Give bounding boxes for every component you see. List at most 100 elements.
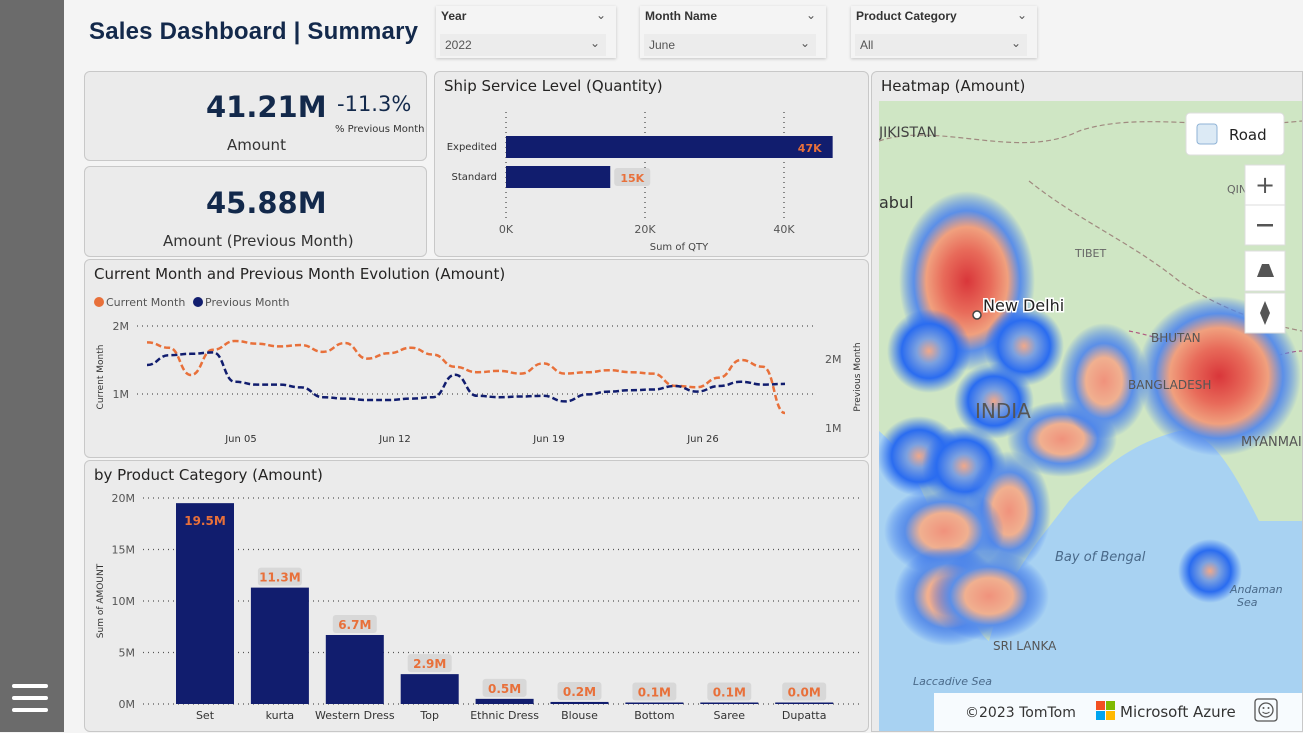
legend-dot-current [94, 297, 104, 307]
year-dropdown[interactable]: 2022 ⌄ [440, 34, 606, 56]
change-value: -11.3% [337, 92, 412, 116]
map-label: SRI LANKA [993, 639, 1057, 653]
x-axis-label: Sum of QTY [650, 242, 709, 253]
heatmap-map[interactable]: JIKISTAN abul TIBET New Delhi BHUTAN BAN… [879, 101, 1302, 731]
data-label: 6.7M [338, 618, 371, 632]
category-dropdown[interactable]: All ⌄ [855, 34, 1027, 56]
map-label: Laccadive Sea [913, 675, 992, 688]
road-map-icon [1196, 123, 1218, 145]
evolution-card: Current Month and Previous Month Evoluti… [84, 259, 869, 458]
chevron-down-icon[interactable]: ⌄ [800, 36, 810, 50]
amount-value: 41.21M [206, 90, 327, 124]
menu-icon[interactable] [12, 684, 48, 712]
category-label: kurta [266, 709, 295, 722]
compass-button[interactable] [1244, 292, 1286, 334]
prev-amount-value: 45.88M [206, 186, 327, 220]
category-slicer-label: Product Category [856, 9, 957, 23]
category-label: Ethnic Dress [470, 709, 539, 722]
category-label: Set [196, 709, 215, 722]
series-line-current [146, 339, 786, 415]
data-label: 11.3M [259, 571, 301, 585]
map-brand: Microsoft Azure [1120, 703, 1236, 721]
category-label: Standard [452, 172, 498, 183]
change-label: % Previous Month [335, 124, 425, 135]
bar [506, 136, 833, 158]
road-label: Road [1229, 126, 1267, 144]
map-label: MYANMAI [1241, 435, 1302, 450]
prev-amount-label: Amount (Previous Month) [163, 232, 354, 250]
left-sidebar [0, 0, 64, 732]
year-slicer[interactable]: Year ⌄ 2022 ⌄ [436, 6, 616, 58]
month-slicer[interactable]: Month Name ⌄ June ⌄ [640, 6, 826, 58]
chevron-down-icon[interactable]: ⌄ [1017, 8, 1027, 22]
chevron-down-icon[interactable]: ⌄ [806, 8, 816, 22]
heatmap-card: Heatmap (Amount) JIKISTAN abul TIBET New… [871, 71, 1303, 732]
map-label: Bay of Bengal [1055, 550, 1146, 565]
map-label: New Delhi [983, 296, 1064, 315]
heat-spot [929, 551, 1049, 641]
x-tick-label: Jun 05 [224, 434, 257, 445]
year-value: 2022 [445, 38, 472, 52]
road-style-button[interactable]: Road [1185, 112, 1285, 156]
zoom-in-button[interactable]: + [1244, 164, 1286, 206]
pitch-button[interactable] [1244, 250, 1286, 292]
chevron-down-icon[interactable]: ⌄ [1011, 36, 1021, 50]
x-tick-label: 40K [773, 223, 795, 236]
map-label: Sea [1237, 596, 1258, 609]
heatmap-title: Heatmap (Amount) [881, 77, 1026, 95]
y-tick-label: 15M [112, 544, 136, 557]
data-label: 19.5M [184, 514, 226, 528]
category-label: Top [419, 709, 439, 722]
bar [250, 587, 309, 704]
category-value: All [860, 38, 874, 52]
category-slicer[interactable]: Product Category ⌄ All ⌄ [851, 6, 1037, 58]
x-tick-label: Jun 12 [378, 434, 411, 445]
page-title: Sales Dashboard | Summary [89, 18, 419, 45]
category-label: Blouse [561, 709, 598, 722]
bar [176, 503, 234, 704]
map-label: TIBET [1074, 247, 1106, 260]
bar [400, 674, 459, 704]
data-label: 0.0M [788, 686, 821, 700]
year-slicer-label: Year [441, 9, 467, 23]
bar [625, 702, 684, 704]
city-marker [972, 310, 982, 320]
chevron-down-icon[interactable]: ⌄ [590, 36, 600, 50]
chevron-down-icon[interactable]: ⌄ [596, 8, 606, 22]
y-tick-label: 20M [112, 492, 136, 505]
x-tick-label: 20K [634, 223, 656, 236]
month-dropdown[interactable]: June ⌄ [644, 34, 816, 56]
data-label: 47K [798, 142, 822, 155]
bar [475, 698, 534, 704]
prev-amount-kpi-card: 45.88M Amount (Previous Month) [84, 166, 427, 257]
data-label: 0.1M [713, 686, 746, 700]
category-label: Western Dress [315, 709, 395, 722]
data-label: 0.1M [638, 686, 671, 700]
bar [700, 702, 759, 704]
bar [550, 701, 609, 704]
map-label: JIKISTAN [879, 125, 937, 141]
month-slicer-label: Month Name [645, 9, 717, 23]
legend-dot-previous [193, 297, 203, 307]
y-axis-label: Sum of AMOUNT [96, 563, 106, 638]
zoom-out-button[interactable] [1244, 204, 1286, 246]
bar [506, 166, 611, 188]
map-label: BHUTAN [1151, 331, 1201, 345]
evolution-line-chart: Current Month Previous Month Current Month… [94, 296, 863, 445]
month-value: June [649, 38, 676, 52]
ship-service-card: Ship Service Level (Quantity) 0K 20K 40K Ex… [434, 71, 869, 257]
heat-spot [887, 309, 971, 393]
data-label: 0.5M [488, 682, 521, 696]
x-tick-label: Jun 26 [686, 434, 719, 445]
right-tick-label: 1M [825, 422, 842, 435]
bar [325, 634, 384, 704]
y-tick-label: 0M [119, 698, 136, 711]
legend-previous: Previous Month [205, 296, 289, 309]
map-label: QIN [1227, 183, 1247, 196]
minus-icon [1257, 224, 1273, 227]
map-label: abul [879, 193, 914, 212]
category-label: Bottom [634, 709, 674, 722]
plus-icon: + [1255, 171, 1275, 199]
map-label: INDIA [975, 399, 1031, 423]
y-tick-label: 5M [119, 647, 136, 660]
